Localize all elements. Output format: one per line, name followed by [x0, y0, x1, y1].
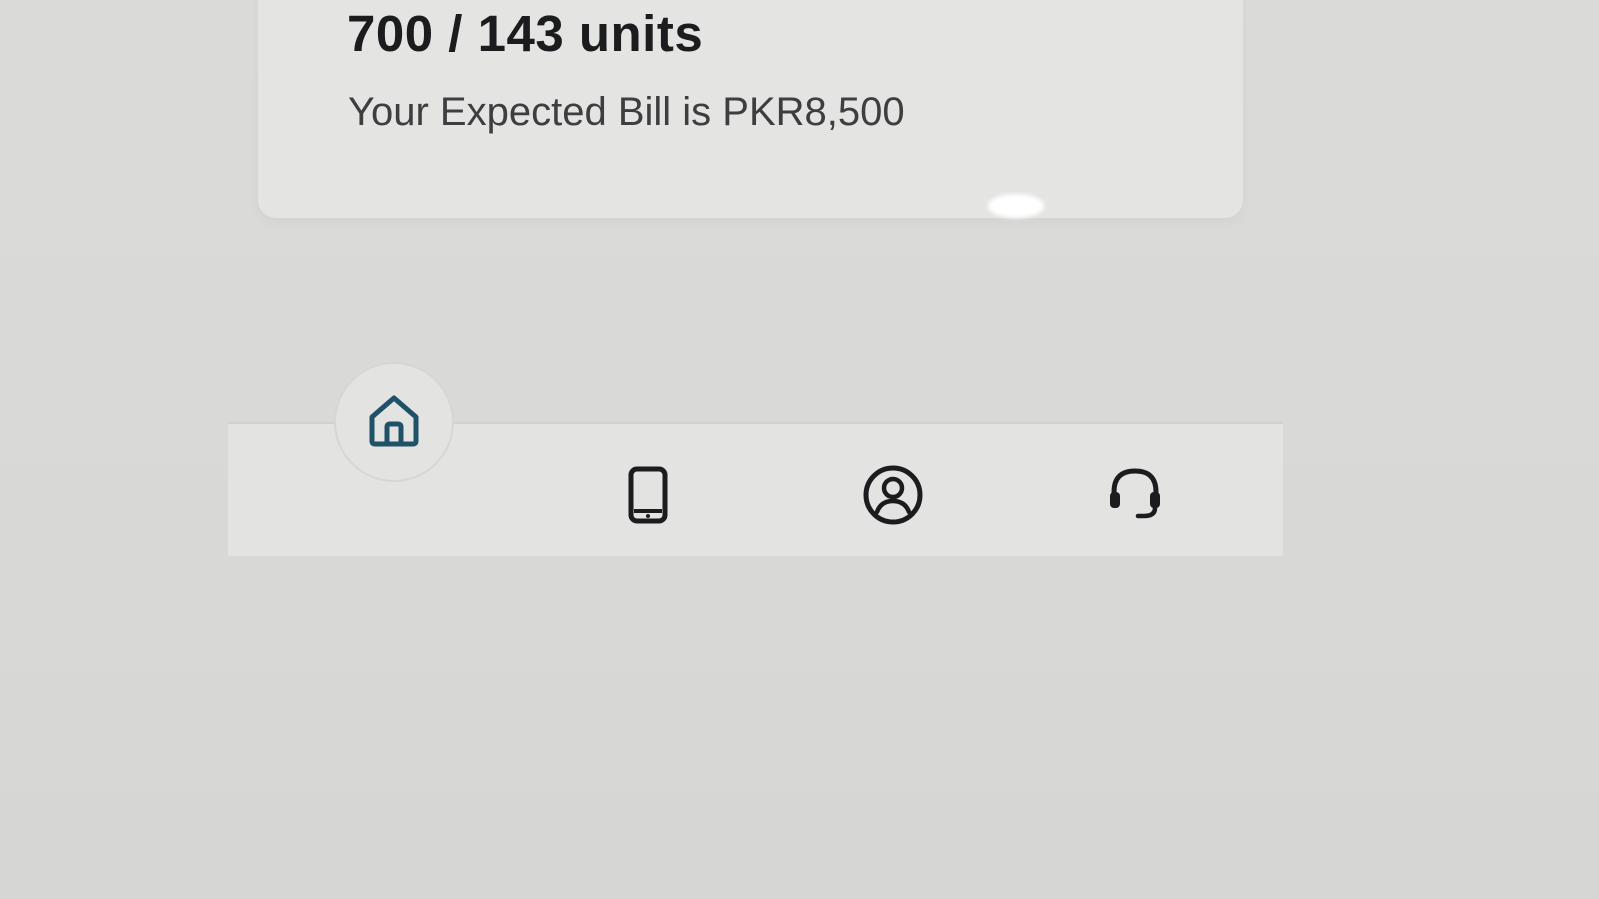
nav-profile-button[interactable]	[862, 464, 924, 526]
app-screen: 700 / 143 units Your Expected Bill is PK…	[0, 0, 1599, 899]
nav-devices-button[interactable]	[626, 466, 670, 524]
mobile-device-icon	[626, 466, 670, 524]
nav-support-button[interactable]	[1104, 462, 1166, 524]
expected-bill-text: Your Expected Bill is PKR8,500	[348, 90, 905, 134]
units-usage-text: 700 / 143 units	[347, 5, 704, 62]
user-profile-icon	[862, 464, 924, 526]
nav-home-button[interactable]	[364, 390, 424, 450]
screen-glare	[988, 194, 1044, 218]
home-icon	[364, 390, 424, 450]
headset-support-icon	[1104, 462, 1166, 524]
